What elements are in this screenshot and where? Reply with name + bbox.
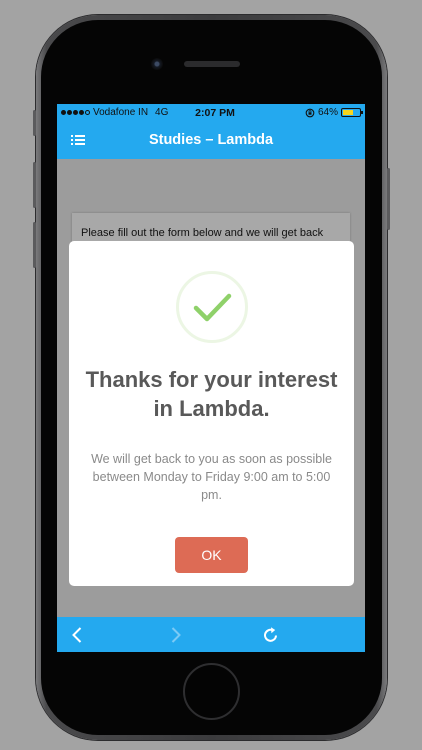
checkmark-icon (193, 293, 232, 322)
volume-down-button (33, 222, 36, 268)
rotation-lock-icon (305, 108, 315, 117)
ok-button[interactable]: OK (175, 537, 248, 573)
list-menu-icon[interactable] (71, 134, 85, 146)
home-button[interactable] (183, 663, 240, 720)
mute-switch (33, 110, 36, 136)
form-intro-text: Please fill out the form below and we wi… (81, 227, 324, 239)
navigation-bar: Studies – Lambda (57, 121, 365, 159)
signal-strength-icon (61, 110, 90, 115)
dialog-title: Thanks for your interest in Lambda. (85, 367, 338, 421)
status-bar: Vodafone IN 4G 2:07 PM 64% (57, 104, 365, 121)
battery-icon (341, 108, 363, 117)
reload-icon[interactable] (262, 626, 280, 644)
status-left: Vodafone IN 4G (61, 107, 171, 118)
battery-percent: 64% (317, 107, 338, 118)
volume-up-button (33, 162, 36, 208)
chevron-right-icon[interactable] (166, 626, 184, 644)
battery-level (343, 110, 354, 115)
checkmark-success-icon (176, 271, 248, 343)
carrier-name: Vodafone IN (93, 107, 149, 118)
app-screen: Vodafone IN 4G 2:07 PM 64% Studies – Lam… (57, 104, 365, 652)
status-right: 64% (271, 107, 363, 118)
status-time: 2:07 PM (195, 106, 235, 119)
success-dialog: Thanks for your interest in Lambda. We w… (69, 241, 354, 586)
chevron-left-icon[interactable] (69, 626, 87, 644)
front-camera (151, 58, 163, 70)
browser-toolbar (57, 617, 365, 652)
power-button (387, 168, 390, 230)
dialog-message: We will get back to you as soon as possi… (91, 452, 332, 502)
earpiece-speaker (184, 61, 240, 67)
page-title: Studies – Lambda (148, 132, 274, 148)
